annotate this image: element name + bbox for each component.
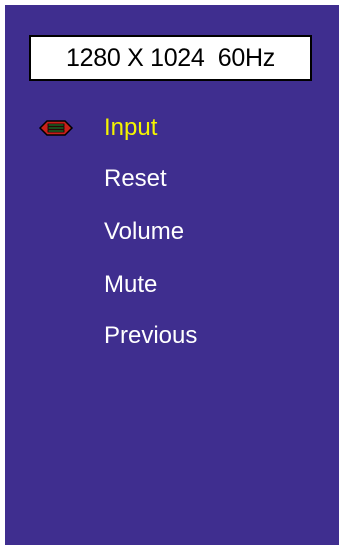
osd-menu-list: Input Reset Volume Mute Previous <box>5 5 339 545</box>
menu-item-previous[interactable]: Previous <box>104 320 197 352</box>
menu-item-volume[interactable]: Volume <box>104 216 184 248</box>
menu-item-mute[interactable]: Mute <box>104 269 157 301</box>
menu-item-input[interactable]: Input <box>104 112 157 144</box>
menu-item-reset[interactable]: Reset <box>104 163 167 195</box>
osd-menu-panel: 1280 X 1024 60Hz Input Reset Volume Mute… <box>5 5 339 545</box>
